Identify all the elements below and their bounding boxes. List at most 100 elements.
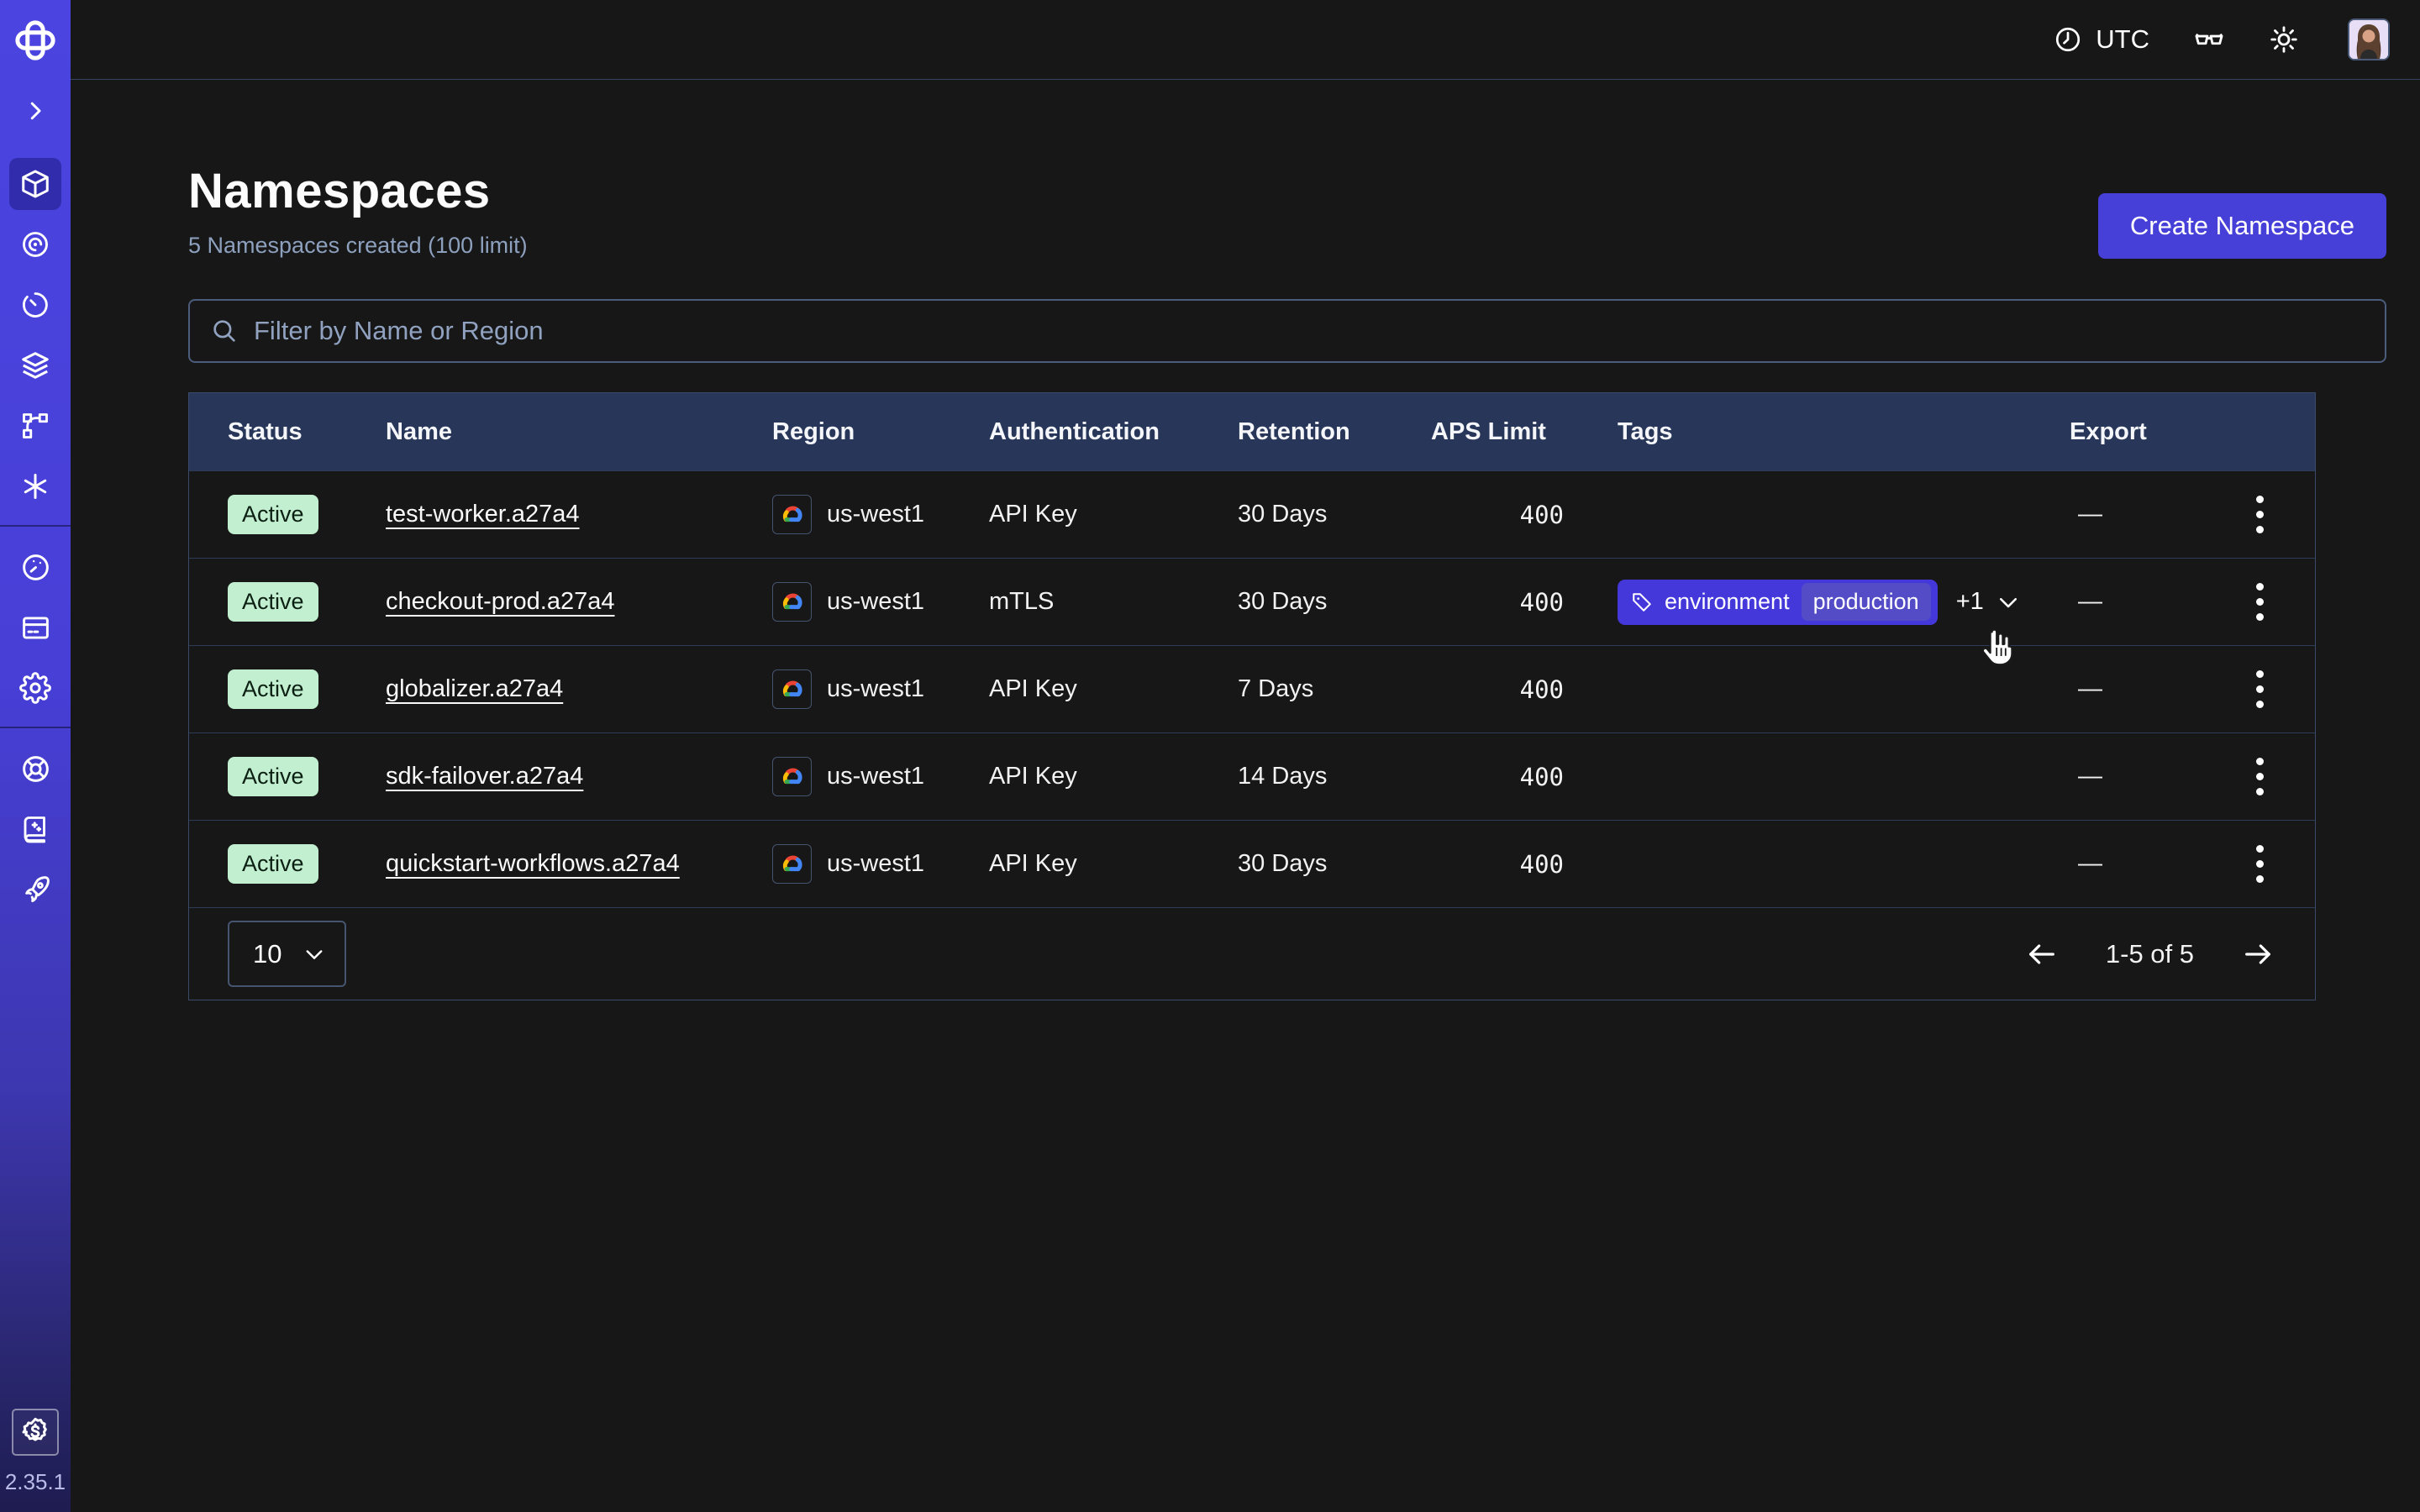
prev-page-button[interactable] [2025,937,2059,971]
auth-cell: API Key [989,763,1238,790]
avatar[interactable] [2348,18,2390,60]
sidebar-item-support[interactable] [0,738,71,799]
sidebar-item-schedules[interactable] [0,275,71,335]
export-cell: — [2070,501,2204,528]
sidebar-item-deployments[interactable] [0,335,71,396]
gcp-icon [772,582,812,622]
namespaces-table: Status Name Region Authentication Retent… [188,392,2316,1000]
gear-icon [19,672,51,704]
sidebar-expand-chevron-icon[interactable] [0,87,71,134]
namespace-link[interactable]: sdk-failover.a27a4 [386,763,583,790]
accessibility-glasses-button[interactable] [2193,24,2225,55]
retention-cell: 7 Days [1238,675,1431,703]
page-header: Namespaces 5 Namespaces created (100 lim… [188,163,2386,259]
row-menu-button[interactable] [2256,583,2264,621]
aps-limit-cell: 400 [1431,850,1618,879]
cube-icon [19,168,51,200]
col-name: Name [386,418,772,446]
page-size-select[interactable]: 10 [228,921,346,987]
tag-value: production [1802,583,1931,621]
namespace-link[interactable]: checkout-prod.a27a4 [386,588,614,615]
auth-cell: API Key [989,675,1238,703]
table-row: Active globalizer.a27a4 us-west1 API Key… [189,645,2315,732]
sidebar-item-nexus[interactable] [0,456,71,517]
search-icon [210,317,239,345]
filter-input[interactable] [254,316,2365,346]
tag-pill[interactable]: environment production [1618,580,1938,625]
aps-limit-cell: 400 [1431,763,1618,791]
row-menu-button[interactable] [2256,758,2264,795]
app-version: 2.35.1 [5,1469,66,1495]
status-badge: Active [228,582,318,622]
timer-icon [20,290,50,320]
main-content: Namespaces 5 Namespaces created (100 lim… [71,81,2420,1512]
sidebar-item-settings[interactable] [0,658,71,718]
timezone-button[interactable]: UTC [2054,24,2149,55]
table-row: Active test-worker.a27a4 us-west1 API Ke… [189,470,2315,558]
page-range-label: 1-5 of 5 [2106,939,2194,969]
retention-cell: 30 Days [1238,501,1431,528]
theme-toggle-button[interactable] [2269,24,2299,55]
arrow-right-icon [2241,937,2275,971]
auth-cell: mTLS [989,588,1238,616]
tags-expand-button[interactable] [1996,590,2021,615]
sidebar-item-docs[interactable] [0,799,71,859]
region-label: us-west1 [827,850,924,878]
auth-cell: API Key [989,850,1238,878]
arrow-left-icon [2025,937,2059,971]
gcp-icon [772,844,812,884]
row-menu-button[interactable] [2256,845,2264,883]
region-label: us-west1 [827,675,924,703]
row-menu-button[interactable] [2256,670,2264,708]
filter-bar [188,299,2386,363]
pricing-badge-button[interactable] [12,1409,59,1456]
region-label: us-west1 [827,588,924,616]
book-sparkles-icon [20,814,50,844]
next-page-button[interactable] [2241,937,2275,971]
col-export: Export [2070,418,2204,446]
retention-cell: 30 Days [1238,850,1431,878]
sidebar-nav [0,154,71,517]
aps-limit-cell: 400 [1431,675,1618,704]
sidebar-item-getting-started[interactable] [0,859,71,920]
col-status: Status [228,418,386,446]
namespace-link[interactable]: quickstart-workflows.a27a4 [386,850,680,877]
topbar: UTC [71,0,2420,80]
asterisk-icon [20,471,50,501]
namespace-link[interactable]: globalizer.a27a4 [386,675,563,702]
sidebar-divider [0,727,71,728]
table-footer: 10 1-5 of 5 [189,907,2315,1000]
dollar-badge-icon [18,1415,52,1449]
create-namespace-button[interactable]: Create Namespace [2098,193,2386,259]
export-cell: — [2070,850,2204,878]
lifebuoy-icon [20,753,51,785]
sidebar-item-usage[interactable] [0,537,71,597]
export-cell: — [2070,675,2204,703]
table-row: Active quickstart-workflows.a27a4 us-wes… [189,820,2315,907]
aps-limit-cell: 400 [1431,588,1618,617]
table-row: Active sdk-failover.a27a4 us-west1 API K… [189,732,2315,820]
namespace-link[interactable]: test-worker.a27a4 [386,501,580,528]
sidebar-item-task-queues[interactable] [0,396,71,456]
gcp-icon [772,669,812,709]
tags-cell: environment production +1 [1618,580,2070,625]
glasses-icon [2193,24,2225,55]
table-header-row: Status Name Region Authentication Retent… [189,393,2315,470]
temporal-logo[interactable] [0,12,71,69]
col-retention: Retention [1238,418,1431,446]
gcp-icon [772,757,812,796]
page-size-value: 10 [253,939,281,969]
col-aps-limit: APS Limit [1431,418,1618,446]
sidebar-bottom: 2.35.1 [0,1409,71,1495]
sidebar-item-billing[interactable] [0,597,71,658]
tag-icon [1631,591,1653,613]
sidebar: 2.35.1 [0,0,71,1512]
row-menu-button[interactable] [2256,496,2264,533]
rocket-icon [20,874,51,906]
sidebar-item-workflows[interactable] [0,214,71,275]
sidebar-item-namespaces[interactable] [0,154,71,214]
table-row: Active checkout-prod.a27a4 us-west1 mTLS… [189,558,2315,645]
retention-cell: 14 Days [1238,763,1431,790]
sidebar-nav-account [0,537,71,718]
retention-cell: 30 Days [1238,588,1431,616]
